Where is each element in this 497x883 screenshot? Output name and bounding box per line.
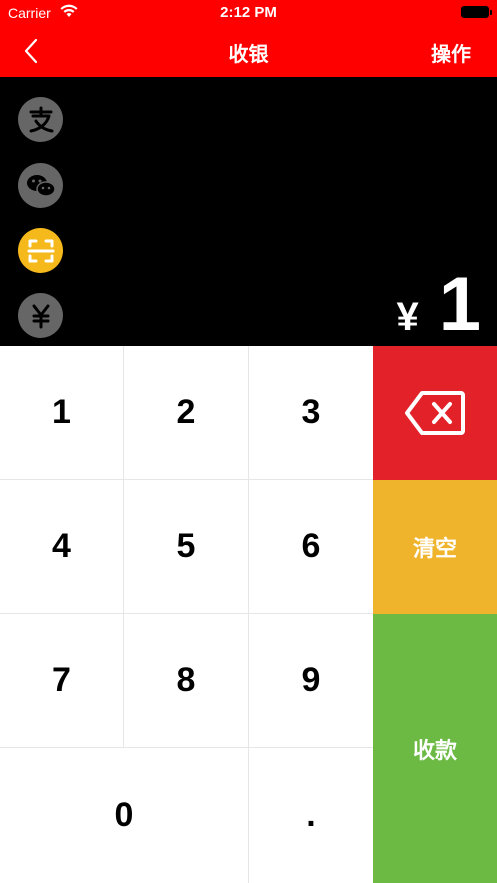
- key-4[interactable]: 4: [0, 480, 124, 614]
- key-0[interactable]: 0: [0, 748, 249, 883]
- status-time: 2:12 PM: [220, 4, 277, 21]
- navigation-bar: 收银 操作: [0, 26, 497, 77]
- wechat-icon[interactable]: [18, 163, 63, 208]
- amount-display: ¥ 1: [0, 77, 497, 346]
- operation-button[interactable]: 操作: [431, 38, 471, 67]
- currency-symbol: ¥: [396, 295, 419, 339]
- key-1[interactable]: 1: [0, 346, 124, 480]
- key-5[interactable]: 5: [124, 480, 249, 614]
- scan-icon[interactable]: [18, 228, 63, 273]
- clear-button[interactable]: 清空: [373, 480, 497, 614]
- alipay-icon[interactable]: [18, 97, 63, 142]
- key-6[interactable]: 6: [249, 480, 373, 614]
- backspace-icon: [405, 391, 465, 435]
- amount-value-group: ¥ 1: [396, 267, 481, 343]
- numeric-keypad: 1 2 3 4 5 6 7 8 9 0 .: [0, 346, 373, 883]
- key-2[interactable]: 2: [124, 346, 249, 480]
- battery-icon: [461, 6, 492, 18]
- amount-value: 1: [438, 262, 481, 347]
- top-bar: Carrier 2:12 PM 收银 操作: [0, 0, 497, 77]
- page-title: 收银: [228, 44, 269, 66]
- key-dot[interactable]: .: [249, 748, 373, 883]
- status-bar: Carrier 2:12 PM: [0, 0, 497, 26]
- collect-payment-button[interactable]: 收款: [373, 614, 497, 883]
- key-3[interactable]: 3: [249, 346, 373, 480]
- key-8[interactable]: 8: [124, 614, 249, 748]
- yuan-icon[interactable]: [18, 293, 63, 338]
- backspace-button[interactable]: [373, 346, 497, 480]
- key-9[interactable]: 9: [249, 614, 373, 748]
- key-7[interactable]: 7: [0, 614, 124, 748]
